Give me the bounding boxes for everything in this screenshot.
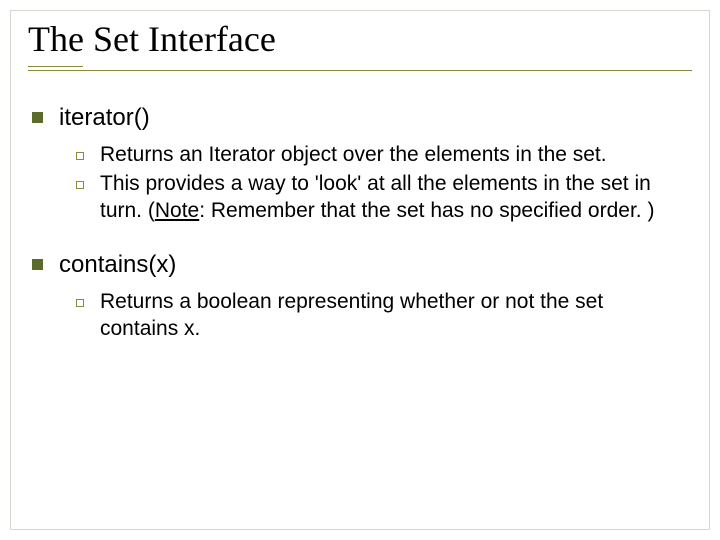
hollow-square-bullet-icon: [76, 181, 84, 189]
bullet-level2: Returns a boolean representing whether o…: [76, 289, 688, 343]
heading-contains: contains(x): [59, 251, 176, 279]
slide: The Set Interface iterator() Returns an …: [0, 0, 720, 540]
sub-text: Returns a boolean representing whether o…: [100, 289, 660, 343]
hollow-square-bullet-icon: [76, 152, 84, 160]
title-rule-long: [28, 70, 692, 71]
sub-list: Returns a boolean representing whether o…: [76, 289, 688, 343]
square-bullet-icon: [32, 259, 43, 270]
title-rule: [28, 66, 692, 76]
bullet-level1: contains(x): [32, 251, 688, 279]
bullet-level2: This provides a way to 'look' at all the…: [76, 171, 688, 225]
title-rule-short: [28, 66, 83, 67]
square-bullet-icon: [32, 112, 43, 123]
sub-text: This provides a way to 'look' at all the…: [100, 171, 660, 225]
sub-text: Returns an Iterator object over the elem…: [100, 142, 607, 169]
sub-text-post: : Remember that the set has no specified…: [199, 199, 654, 222]
sub-list: Returns an Iterator object over the elem…: [76, 142, 688, 225]
bullet-level1: iterator(): [32, 104, 688, 132]
bullet-level2: Returns an Iterator object over the elem…: [76, 142, 688, 169]
heading-iterator: iterator(): [59, 104, 150, 132]
note-label: Note: [155, 199, 199, 222]
content: iterator() Returns an Iterator object ov…: [28, 104, 692, 342]
slide-title: The Set Interface: [28, 18, 692, 60]
hollow-square-bullet-icon: [76, 299, 84, 307]
